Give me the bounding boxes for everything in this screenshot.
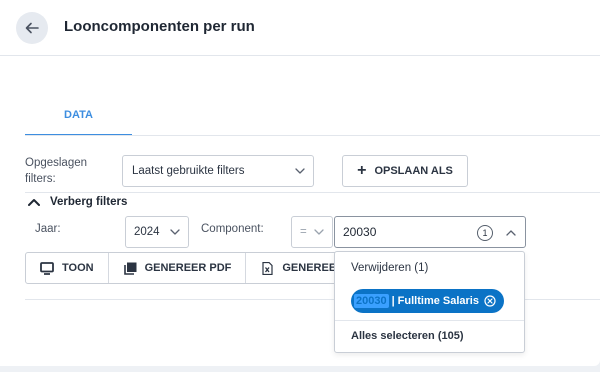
chevron-down-icon xyxy=(170,229,180,235)
year-label: Jaar: xyxy=(35,223,61,235)
chip-code: 20030 xyxy=(354,294,389,308)
arrow-left-icon xyxy=(25,22,39,34)
saved-filters-select[interactable]: Laatst gebruikte filters xyxy=(122,155,314,187)
copy-document-icon xyxy=(123,262,137,275)
show-label: TOON xyxy=(62,262,94,274)
chevron-down-icon xyxy=(314,229,324,235)
hide-filters-label: Verberg filters xyxy=(50,196,128,208)
saved-filters-label: Opgeslagen filters: xyxy=(25,157,88,185)
show-button[interactable]: TOON xyxy=(26,253,109,283)
generate-excel-button[interactable]: GENEREER xyxy=(246,253,344,283)
select-all-option[interactable]: Alles selecteren (105) xyxy=(351,330,464,342)
close-circle-icon[interactable] xyxy=(484,295,496,307)
generate-pdf-label: GENEREER PDF xyxy=(144,262,232,274)
chevron-down-icon xyxy=(295,168,305,174)
selected-component-chip[interactable]: 20030 | Fulltime Salaris xyxy=(351,289,504,313)
component-input[interactable]: 20030 1 xyxy=(334,216,526,248)
tab-data[interactable]: DATA xyxy=(25,96,132,136)
component-value: 20030 xyxy=(343,225,377,239)
saved-filters-value: Laatst gebruikte filters xyxy=(132,165,245,177)
component-dropdown: Verwijderen (1) 20030 | Fulltime Salaris… xyxy=(334,251,525,353)
plus-icon: + xyxy=(357,162,367,179)
operator-value: = xyxy=(300,226,307,238)
chip-separator: | xyxy=(391,295,395,307)
save-as-label: OPSLAAN ALS xyxy=(374,165,453,177)
save-as-button[interactable]: + OPSLAAN ALS xyxy=(342,155,468,187)
hide-filters-toggle[interactable]: Verberg filters xyxy=(28,196,127,208)
tab-divider xyxy=(25,135,600,136)
page-title: Looncomponenten per run xyxy=(64,18,255,35)
chevron-up-icon[interactable] xyxy=(506,230,516,236)
chip-label: Fulltime Salaris xyxy=(397,295,479,307)
monitor-icon xyxy=(40,261,54,275)
component-label: Component: xyxy=(201,223,264,235)
selected-count-badge: 1 xyxy=(477,225,493,241)
back-button[interactable] xyxy=(16,12,48,44)
year-value: 2024 xyxy=(134,226,160,238)
section-divider xyxy=(25,192,600,193)
remove-selection-option[interactable]: Verwijderen (1) xyxy=(351,262,428,274)
page-header: Looncomponenten per run xyxy=(0,0,600,56)
report-panel: Looncomponenten per run DATA Opgeslagen … xyxy=(0,0,600,366)
dropdown-divider xyxy=(335,320,524,321)
generate-pdf-button[interactable]: GENEREER PDF xyxy=(109,253,247,283)
chevron-up-icon xyxy=(28,199,40,206)
action-toolbar: TOON GENEREER PDF GENEREER xyxy=(25,252,345,284)
operator-select[interactable]: = xyxy=(291,216,333,248)
year-select[interactable]: 2024 xyxy=(125,216,189,248)
excel-file-icon xyxy=(262,261,273,275)
